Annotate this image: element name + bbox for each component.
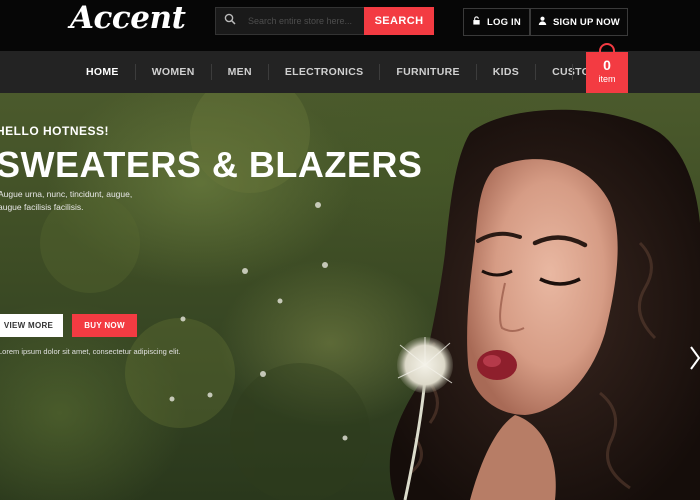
signup-button[interactable]: SIGN UP NOW (530, 8, 628, 36)
chevron-right-icon[interactable] (688, 343, 700, 373)
login-label: LOG IN (487, 16, 521, 28)
nav-menu: HOME WOMEN MEN ELECTRONICS FURNITURE KID… (70, 51, 615, 93)
cart-button[interactable]: 0 item (586, 52, 628, 93)
buy-now-button[interactable]: BUY NOW (72, 314, 137, 337)
view-more-button[interactable]: VIEW MORE (0, 314, 63, 337)
nav-divider (572, 64, 573, 80)
hero-description-line: augue facilisis facilisis. (0, 202, 84, 212)
brand-logo[interactable]: Accent (70, 0, 186, 36)
search-icon (224, 12, 236, 30)
nav-item-women[interactable]: WOMEN (134, 64, 211, 80)
search-field-wrapper (215, 7, 364, 35)
lock-icon (472, 16, 481, 28)
hero-description-line: Augue urna, nunc, tincidunt, augue, (0, 189, 133, 199)
nav-item-kids[interactable]: KIDS (475, 64, 535, 80)
user-icon (538, 16, 547, 28)
signup-label: SIGN UP NOW (553, 16, 620, 28)
nav-item-men[interactable]: MEN (210, 64, 268, 80)
hero-title: SWEATERS & BLAZERS (0, 144, 423, 185)
hero-description: Augue urna, nunc, tincidunt, augue, augu… (0, 188, 158, 214)
nav-item-furniture[interactable]: FURNITURE (379, 64, 475, 80)
hero-banner: HELLO HOTNESS! SWEATERS & BLAZERS Augue … (0, 93, 700, 500)
search-button[interactable]: SEARCH (364, 7, 434, 35)
hero-eyebrow: HELLO HOTNESS! (0, 124, 110, 138)
top-bar: Accent SEARCH LOG IN SIGN UP NOW (0, 0, 700, 51)
search-bar: SEARCH (215, 7, 434, 35)
nav-item-electronics[interactable]: ELECTRONICS (267, 64, 380, 80)
cart-label: item (598, 74, 616, 84)
nav-item-home[interactable]: HOME (70, 64, 135, 80)
search-input[interactable] (248, 16, 358, 26)
hero-caption: Lorem ipsum dolor sit amet, consectetur … (0, 347, 181, 356)
login-button[interactable]: LOG IN (463, 8, 530, 36)
cart-count: 0 (603, 57, 611, 73)
